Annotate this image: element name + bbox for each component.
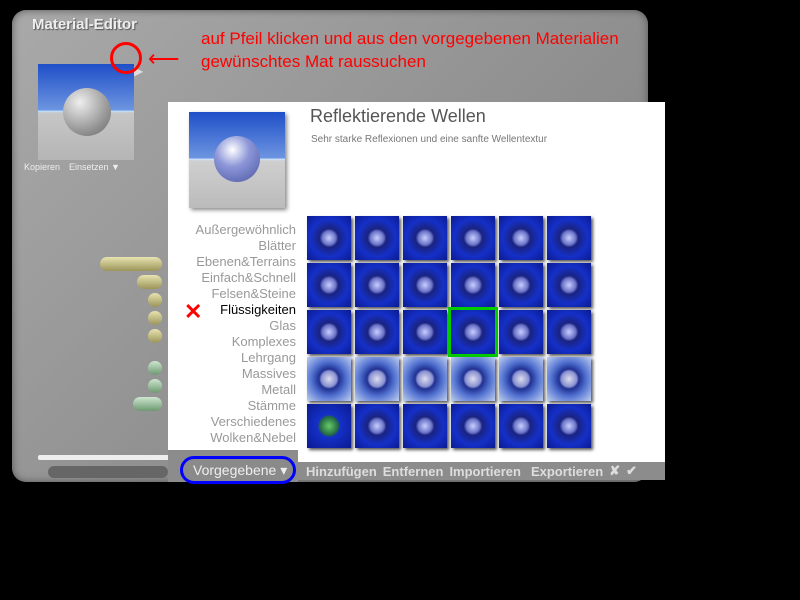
material-library-popup: Reflektierende Wellen Sehr starke Reflex… bbox=[168, 102, 665, 462]
annotation-x-mark: ✕ bbox=[184, 299, 203, 324]
material-thumbnail[interactable] bbox=[307, 310, 351, 354]
material-thumbnail[interactable] bbox=[547, 263, 591, 307]
ok-icon[interactable]: ✔ bbox=[626, 463, 637, 479]
slider-knob[interactable] bbox=[148, 293, 162, 307]
material-thumbnail[interactable] bbox=[451, 263, 495, 307]
slider-knob[interactable] bbox=[100, 257, 162, 271]
material-thumbnail[interactable] bbox=[448, 307, 498, 357]
category-item[interactable]: Blätter bbox=[196, 238, 296, 254]
category-item[interactable]: Lehrgang bbox=[196, 350, 296, 366]
material-thumbnail[interactable] bbox=[547, 216, 591, 260]
category-item[interactable]: Außergewöhnlich bbox=[196, 222, 296, 238]
annotation-circle bbox=[110, 42, 142, 74]
material-grid bbox=[307, 216, 591, 448]
material-thumbnail[interactable] bbox=[499, 216, 543, 260]
library-dropdown[interactable]: Vorgegebene ▾ bbox=[180, 456, 296, 484]
import-button[interactable]: Importieren bbox=[449, 464, 521, 479]
slider-knob[interactable] bbox=[137, 275, 162, 289]
material-thumbnail[interactable] bbox=[307, 216, 351, 260]
material-thumbnail[interactable] bbox=[355, 263, 399, 307]
material-thumbnail[interactable] bbox=[355, 216, 399, 260]
export-button[interactable]: Exportieren bbox=[531, 464, 603, 479]
material-thumbnail[interactable] bbox=[499, 310, 543, 354]
annotation-arrow-icon: ⟵ bbox=[148, 46, 180, 71]
category-item[interactable]: Verschiedenes bbox=[196, 414, 296, 430]
category-item[interactable]: Felsen&Steine bbox=[196, 286, 296, 302]
slider-knob[interactable] bbox=[133, 397, 162, 411]
material-thumbnail[interactable] bbox=[355, 357, 399, 401]
category-list: Außergewöhnlich Blätter Ebenen&Terrains Ein… bbox=[196, 222, 296, 446]
material-title: Reflektierende Wellen bbox=[310, 106, 486, 126]
category-item[interactable]: Einfach&Schnell bbox=[196, 270, 296, 286]
material-thumbnail[interactable] bbox=[499, 357, 543, 401]
material-thumbnail[interactable] bbox=[499, 404, 543, 448]
material-thumbnail[interactable] bbox=[307, 263, 351, 307]
category-item[interactable]: Glas bbox=[196, 318, 296, 334]
slider-knob[interactable] bbox=[148, 329, 162, 343]
material-thumbnail[interactable] bbox=[355, 404, 399, 448]
material-thumbnail[interactable] bbox=[547, 357, 591, 401]
category-item[interactable]: Massives bbox=[196, 366, 296, 382]
window-title: Material-Editor bbox=[32, 16, 138, 33]
material-thumbnail[interactable] bbox=[403, 404, 447, 448]
timeline-slider[interactable] bbox=[38, 455, 178, 460]
preset-buttons[interactable] bbox=[48, 466, 168, 478]
selected-material-preview bbox=[189, 112, 285, 208]
material-thumbnail[interactable] bbox=[403, 357, 447, 401]
material-thumbnail[interactable] bbox=[451, 404, 495, 448]
slider-knob[interactable] bbox=[148, 311, 162, 325]
category-item[interactable]: Komplexes bbox=[196, 334, 296, 350]
annotation-text: auf Pfeil klicken und aus den vorgegeben… bbox=[201, 29, 619, 71]
slider-knob[interactable] bbox=[148, 379, 162, 393]
material-thumbnail[interactable] bbox=[403, 216, 447, 260]
popup-action-bar: Hinzufügen Entfernen Importieren Exporti… bbox=[298, 462, 665, 480]
material-thumbnail[interactable] bbox=[307, 404, 351, 448]
material-thumbnail[interactable] bbox=[547, 404, 591, 448]
material-thumbnail[interactable] bbox=[499, 263, 543, 307]
cancel-icon[interactable]: ✘ bbox=[609, 463, 620, 479]
material-thumbnail[interactable] bbox=[307, 357, 351, 401]
category-item[interactable]: Ebenen&Terrains bbox=[196, 254, 296, 270]
material-thumbnail[interactable] bbox=[451, 216, 495, 260]
remove-button[interactable]: Entfernen bbox=[383, 464, 444, 479]
material-description: Sehr starke Reflexionen und eine sanfte … bbox=[311, 134, 548, 145]
paste-button[interactable]: Einsetzen ▼ bbox=[69, 162, 120, 172]
copy-button[interactable]: Kopieren bbox=[24, 162, 60, 172]
category-item[interactable]: Metall bbox=[196, 382, 296, 398]
material-thumbnail[interactable] bbox=[355, 310, 399, 354]
add-button[interactable]: Hinzufügen bbox=[306, 464, 377, 479]
material-thumbnail[interactable] bbox=[547, 310, 591, 354]
material-preview[interactable] bbox=[38, 64, 134, 160]
category-item[interactable]: Wolken&Nebel bbox=[196, 430, 296, 446]
category-item[interactable]: Flüssigkeiten bbox=[196, 302, 296, 318]
category-item[interactable]: Stämme bbox=[196, 398, 296, 414]
slider-knob[interactable] bbox=[148, 361, 162, 375]
material-thumbnail[interactable] bbox=[403, 263, 447, 307]
material-thumbnail[interactable] bbox=[403, 310, 447, 354]
material-thumbnail[interactable] bbox=[451, 357, 495, 401]
